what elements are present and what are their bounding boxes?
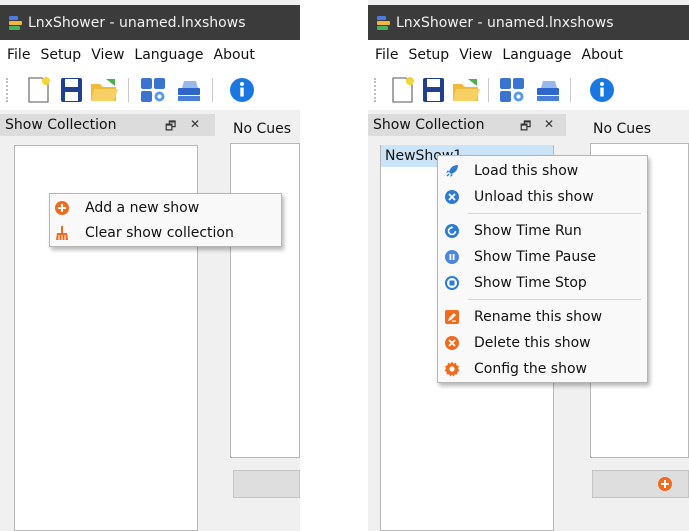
dock-title: Show Collection (5, 117, 117, 133)
menu-item-label: Add a new show (85, 200, 200, 216)
menu-item-label: Show Time Run (474, 223, 582, 239)
info-icon[interactable] (586, 75, 618, 105)
menu-item-show-time-run[interactable]: Show Time Run (438, 218, 647, 244)
menu-view[interactable]: View (459, 47, 492, 63)
menu-item-config-show[interactable]: Config the show (438, 356, 647, 382)
add-cue-button[interactable] (233, 470, 300, 498)
collection-context-menu: Add a new show Clear show collection (49, 193, 282, 247)
app-window-left: LnxShower - unamed.lnxshows File Setup V… (0, 0, 300, 531)
add-cue-button[interactable] (592, 470, 689, 498)
menu-item-add-show[interactable]: Add a new show (50, 195, 281, 221)
float-dock-icon[interactable]: 🗗 (520, 117, 531, 138)
printer-icon[interactable] (172, 75, 204, 105)
stop-icon (444, 275, 460, 291)
title-bar: LnxShower - unamed.lnxshows (0, 5, 300, 40)
title-bar: LnxShower - unamed.lnxshows (368, 5, 689, 40)
menu-item-clear-collection[interactable]: Clear show collection (50, 220, 281, 246)
app-logo-icon (9, 15, 22, 30)
menu-bar: File Setup View Language About (0, 40, 300, 70)
open-folder-icon[interactable] (450, 75, 482, 105)
broom-icon (54, 225, 70, 241)
menu-about[interactable]: About (582, 47, 623, 63)
delete-circle-icon (444, 335, 460, 351)
toolbar (0, 70, 300, 110)
menu-file[interactable]: File (7, 47, 30, 63)
refresh-icon (444, 223, 460, 239)
menu-language[interactable]: Language (502, 47, 571, 63)
cues-group-label: No Cues (593, 121, 652, 137)
float-dock-icon[interactable]: 🗗 (165, 117, 176, 138)
menu-item-label: Rename this show (474, 309, 603, 325)
menu-item-label: Load this show (474, 163, 579, 179)
window-title: LnxShower - unamed.lnxshows (396, 14, 614, 31)
menu-setup[interactable]: Setup (408, 47, 449, 63)
save-icon[interactable] (417, 75, 449, 105)
toolbar-grip[interactable] (6, 78, 10, 102)
rename-icon (444, 309, 460, 325)
printer-icon[interactable] (531, 75, 563, 105)
close-dock-icon[interactable]: ✕ (544, 117, 554, 131)
close-dock-icon[interactable]: ✕ (190, 117, 200, 131)
toolbar-separator (128, 78, 129, 102)
menu-item-label: Unload this show (474, 189, 594, 205)
dock-title-bar: Show Collection 🗗 ✕ (368, 114, 566, 136)
menu-bar: File Setup View Language About (368, 40, 689, 70)
menu-item-show-time-stop[interactable]: Show Time Stop (438, 270, 647, 296)
menu-about[interactable]: About (214, 47, 255, 63)
info-icon[interactable] (226, 75, 258, 105)
dock-title: Show Collection (373, 117, 485, 133)
menu-file[interactable]: File (375, 47, 398, 63)
menu-language[interactable]: Language (134, 47, 203, 63)
add-circle-icon (54, 200, 70, 216)
toolbar-separator (212, 78, 213, 102)
menu-item-load-show[interactable]: Load this show (438, 158, 647, 184)
menu-item-label: Config the show (474, 361, 587, 377)
toolbar-separator (570, 78, 571, 102)
menu-item-show-time-pause[interactable]: Show Time Pause (438, 244, 647, 270)
toolbar (368, 70, 689, 110)
show-context-menu: Load this show Unload this show Show Tim… (437, 155, 648, 383)
setup-grid-icon[interactable] (496, 75, 528, 105)
add-circle-icon (657, 476, 673, 496)
open-folder-icon[interactable] (88, 75, 120, 105)
menu-item-label: Show Time Stop (474, 275, 587, 291)
gear-icon (444, 361, 460, 377)
menu-item-label: Show Time Pause (474, 249, 597, 265)
new-file-icon[interactable] (386, 75, 418, 105)
cues-list[interactable] (230, 143, 300, 458)
menu-separator (468, 213, 641, 214)
app-window-right: LnxShower - unamed.lnxshows File Setup V… (368, 0, 689, 531)
pause-icon (444, 249, 460, 265)
toolbar-separator (488, 78, 489, 102)
save-icon[interactable] (55, 75, 87, 105)
app-logo-icon (377, 15, 390, 30)
menu-item-label: Delete this show (474, 335, 591, 351)
menu-view[interactable]: View (91, 47, 124, 63)
rocket-icon (444, 163, 460, 179)
setup-grid-icon[interactable] (137, 75, 169, 105)
menu-setup[interactable]: Setup (40, 47, 81, 63)
menu-item-rename-show[interactable]: Rename this show (438, 304, 647, 330)
menu-item-delete-show[interactable]: Delete this show (438, 330, 647, 356)
dock-title-bar: Show Collection 🗗 ✕ (0, 114, 215, 136)
cues-group-label: No Cues (233, 121, 292, 137)
menu-item-unload-show[interactable]: Unload this show (438, 184, 647, 210)
menu-item-label: Clear show collection (85, 225, 234, 241)
menu-separator (468, 299, 641, 300)
window-title: LnxShower - unamed.lnxshows (28, 14, 246, 31)
new-file-icon[interactable] (22, 75, 54, 105)
toolbar-grip[interactable] (374, 78, 378, 102)
close-circle-icon (444, 189, 460, 205)
